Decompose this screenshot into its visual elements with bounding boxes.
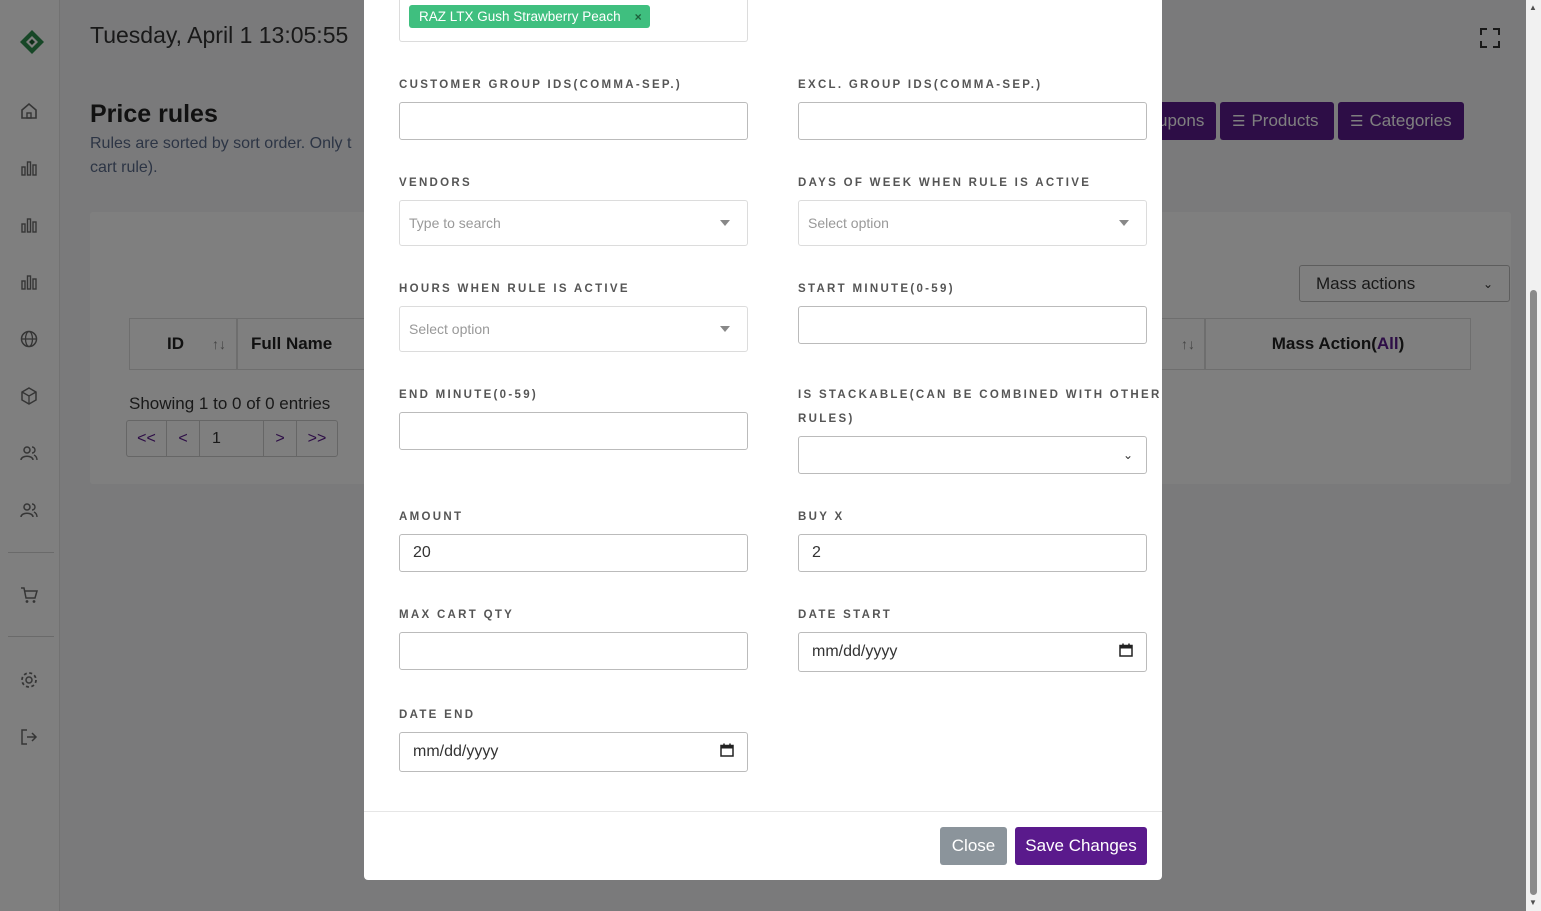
buy-x-input[interactable]: 2 (798, 534, 1147, 572)
close-button[interactable]: Close (940, 827, 1007, 865)
calendar-icon[interactable] (720, 743, 734, 762)
excl-group-ids-label: EXCL. GROUP IDS(COMMA-SEP.) (798, 79, 1043, 91)
modal-footer-divider (364, 811, 1162, 812)
date-end-label: DATE END (399, 709, 476, 721)
is-stackable-label-cont: RULES) (798, 413, 855, 425)
caret-down-icon (1119, 220, 1129, 226)
scroll-up-icon[interactable]: ▲ (1529, 3, 1537, 12)
date-start-label: DATE START (798, 609, 893, 621)
tag-label: RAZ LTX Gush Strawberry Peach (419, 9, 621, 24)
remove-tag-icon[interactable]: × (635, 10, 642, 24)
buy-x-label: BUY X (798, 511, 845, 523)
hours-label: HOURS WHEN RULE IS ACTIVE (399, 283, 630, 295)
price-rule-modal: RAZ LTX Gush Strawberry Peach × CUSTOMER… (364, 0, 1162, 880)
amount-input[interactable]: 20 (399, 534, 748, 572)
products-select[interactable]: RAZ LTX Gush Strawberry Peach × (399, 0, 748, 42)
is-stackable-label: IS STACKABLE(CAN BE COMBINED WITH OTHER (798, 389, 1162, 401)
customer-group-ids-label: CUSTOMER GROUP IDS(COMMA-SEP.) (399, 79, 683, 91)
caret-down-icon (720, 326, 730, 332)
start-minute-label: START MINUTE(0-59) (798, 283, 955, 295)
hours-select[interactable]: Select option (399, 306, 748, 352)
end-minute-input[interactable] (399, 412, 748, 450)
days-of-week-select[interactable]: Select option (798, 200, 1147, 246)
customer-group-ids-input[interactable] (399, 102, 748, 140)
max-cart-qty-input[interactable] (399, 632, 748, 670)
vendors-select[interactable]: Type to search (399, 200, 748, 246)
days-of-week-placeholder: Select option (808, 215, 889, 231)
end-minute-label: END MINUTE(0-59) (399, 389, 539, 401)
amount-label: AMOUNT (399, 511, 464, 523)
date-start-input[interactable]: mm/dd/yyyy (798, 632, 1147, 672)
save-changes-button[interactable]: Save Changes (1015, 827, 1147, 865)
selected-product-tag: RAZ LTX Gush Strawberry Peach × (409, 5, 650, 28)
date-start-placeholder: mm/dd/yyyy (812, 643, 898, 660)
date-end-input[interactable]: mm/dd/yyyy (399, 732, 748, 772)
max-cart-qty-label: MAX CART QTY (399, 609, 515, 621)
vendors-label: VENDORS (399, 177, 472, 189)
chevron-down-icon: ⌄ (1122, 448, 1133, 462)
is-stackable-select[interactable]: ⌄ (798, 436, 1147, 474)
calendar-icon[interactable] (1119, 643, 1133, 662)
scroll-down-icon[interactable]: ▼ (1529, 898, 1537, 907)
start-minute-input[interactable] (798, 306, 1147, 344)
excl-group-ids-input[interactable] (798, 102, 1147, 140)
hours-placeholder: Select option (409, 321, 490, 337)
vendors-placeholder: Type to search (409, 215, 501, 231)
scroll-thumb[interactable] (1530, 290, 1537, 895)
days-of-week-label: DAYS OF WEEK WHEN RULE IS ACTIVE (798, 177, 1092, 189)
date-end-placeholder: mm/dd/yyyy (413, 743, 499, 760)
scrollbar[interactable]: ▲ ▼ (1526, 0, 1541, 911)
caret-down-icon (720, 220, 730, 226)
